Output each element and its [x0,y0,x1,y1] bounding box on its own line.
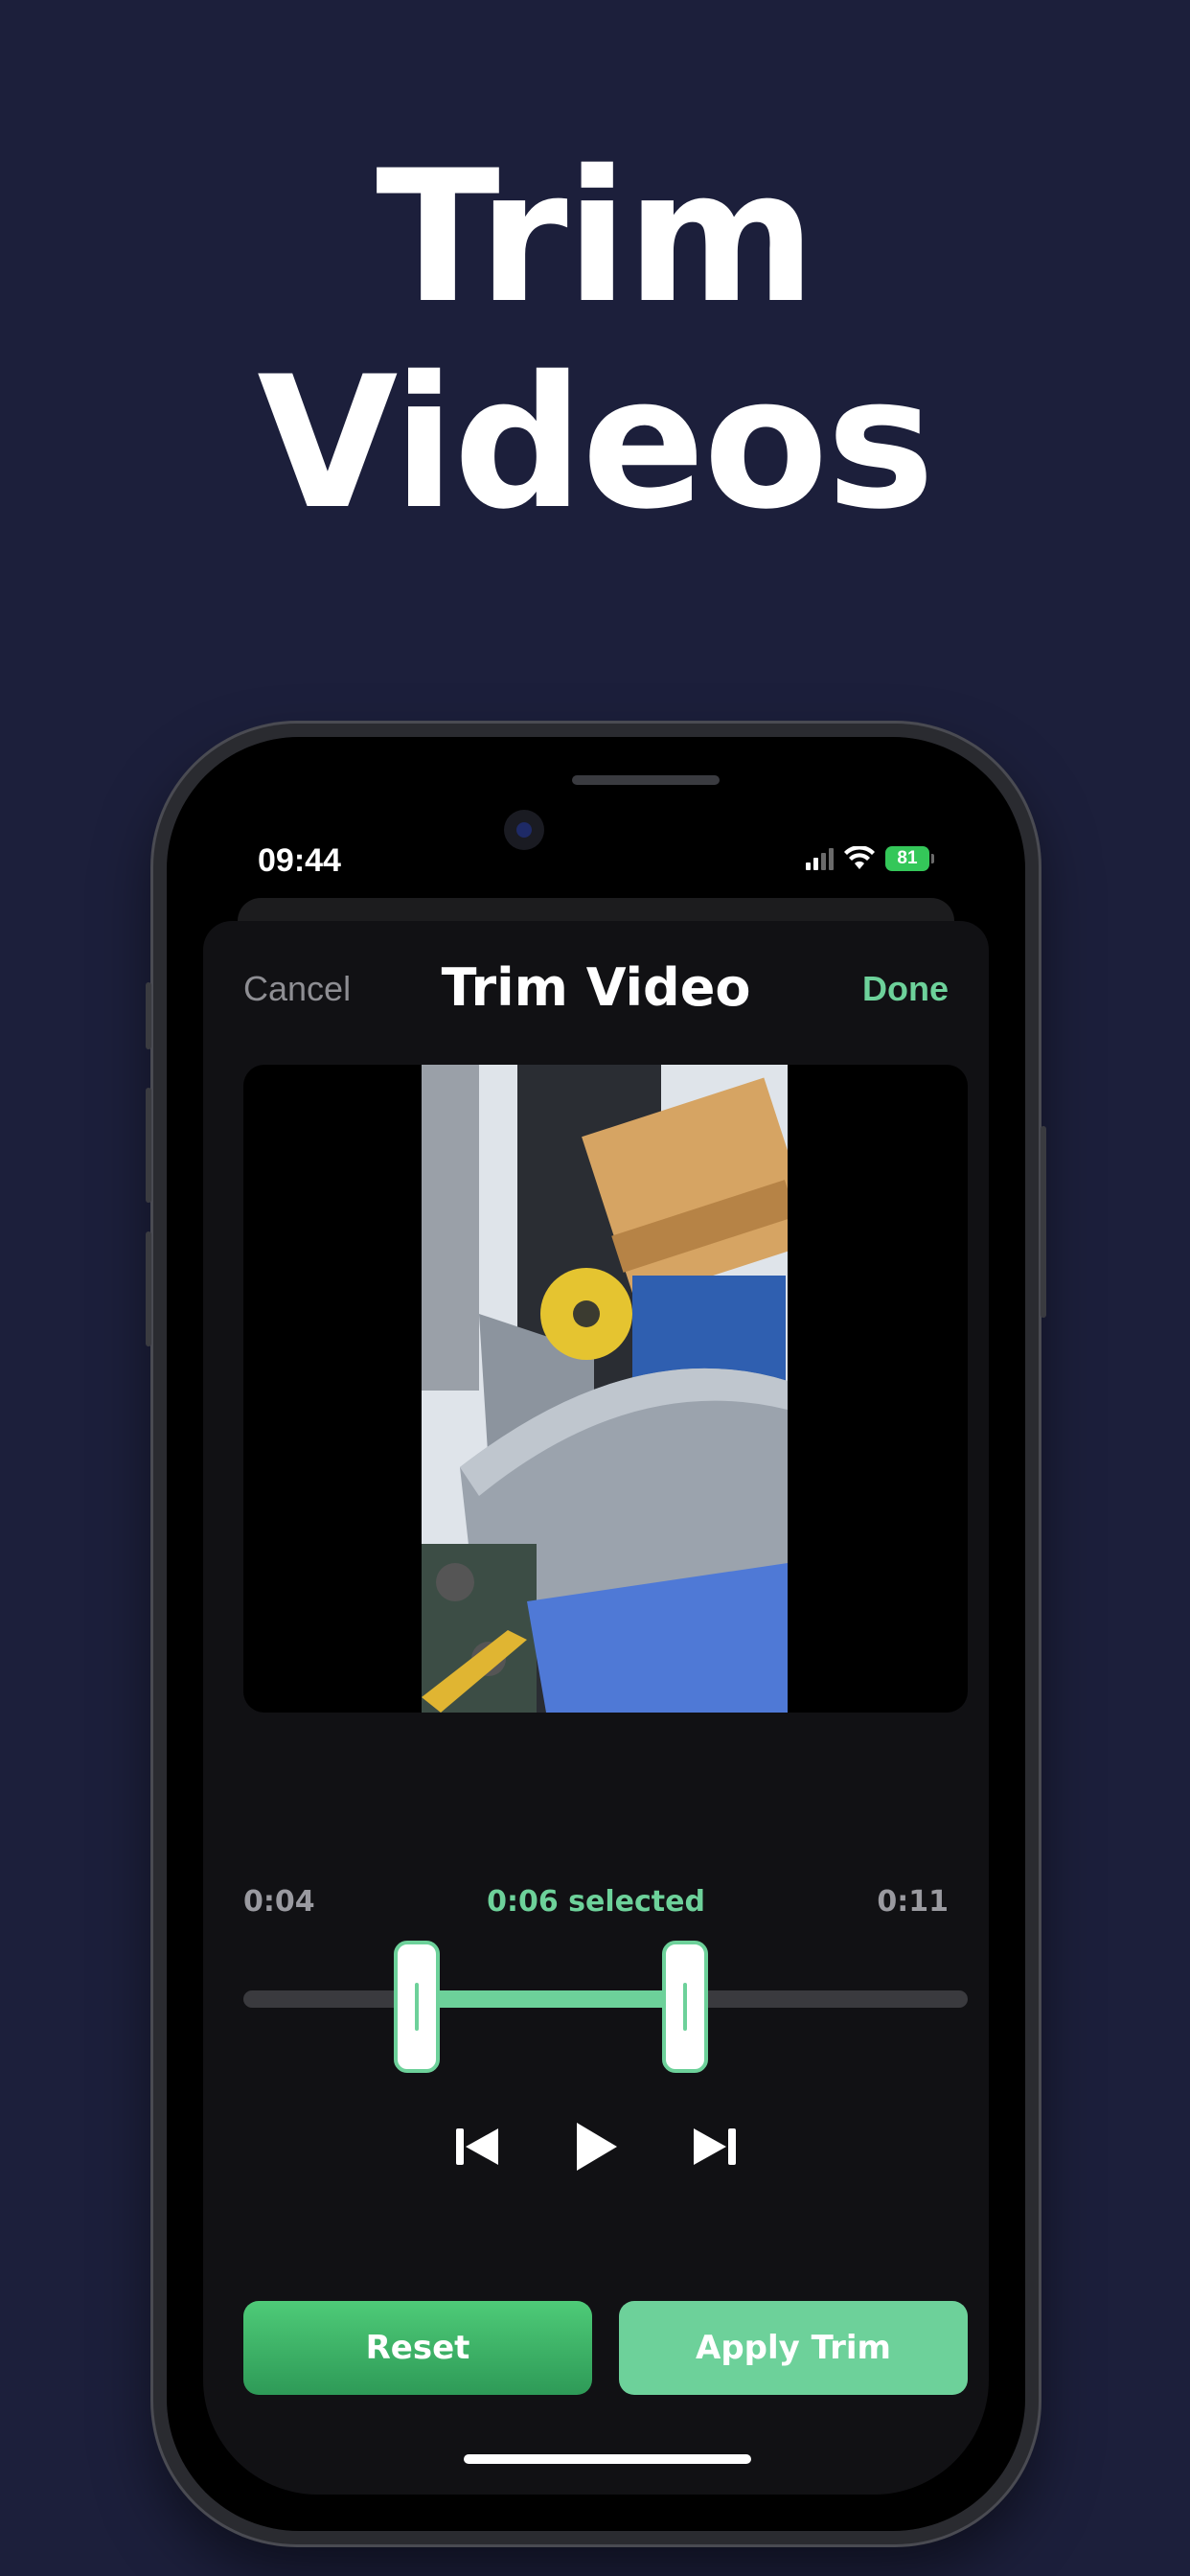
speaker-grille [572,775,720,785]
reset-button[interactable]: Reset [243,2301,592,2395]
phone-bezel: 09:44 81 Cancel Trim Video Done 0:04 0:0… [167,737,1025,2531]
battery-icon: 81 [885,846,934,871]
phone-screen: 09:44 81 Cancel Trim Video Done 0:04 0:0… [203,773,989,2495]
trim-start-handle[interactable] [394,1941,441,2073]
trim-sheet: Cancel Trim Video Done 0:04 0:06 selecte… [203,921,989,2495]
mute-switch [146,982,151,1049]
skip-back-icon [456,2128,498,2165]
volume-down-button [146,1231,151,1346]
done-button[interactable]: Done [862,969,949,1009]
video-thumbnail [422,1065,788,1713]
playback-controls [203,2113,989,2180]
hero-heading: Trim Videos [0,134,1190,546]
video-frame [422,1065,788,1713]
signal-icon [806,847,834,870]
wifi-icon [844,846,875,869]
trim-end-time: 0:11 [877,1885,949,1919]
home-indicator [464,2454,751,2464]
trim-time-row: 0:04 0:06 selected 0:11 [243,1885,949,1923]
hero-line-2: Videos [257,337,934,549]
trim-selected-duration: 0:06 selected [487,1885,705,1919]
video-preview[interactable] [243,1065,968,1713]
skip-back-button[interactable] [451,2121,503,2173]
status-time: 09:44 [258,842,341,879]
hero-line-1: Trim [376,131,816,343]
trim-end-handle[interactable] [662,1941,709,2073]
status-icons: 81 [806,846,934,871]
apply-trim-button[interactable]: Apply Trim [619,2301,968,2395]
volume-up-button [146,1088,151,1203]
phone-mockup: 09:44 81 Cancel Trim Video Done 0:04 0:0… [146,724,1046,2544]
play-icon [577,2123,617,2171]
power-button [1041,1126,1046,1318]
skip-forward-button[interactable] [689,2121,741,2173]
play-button[interactable] [570,2121,622,2173]
trim-track[interactable] [243,1941,968,2073]
skip-forward-icon [694,2128,736,2165]
trim-selection-range [417,1990,686,2008]
front-camera [504,810,544,850]
